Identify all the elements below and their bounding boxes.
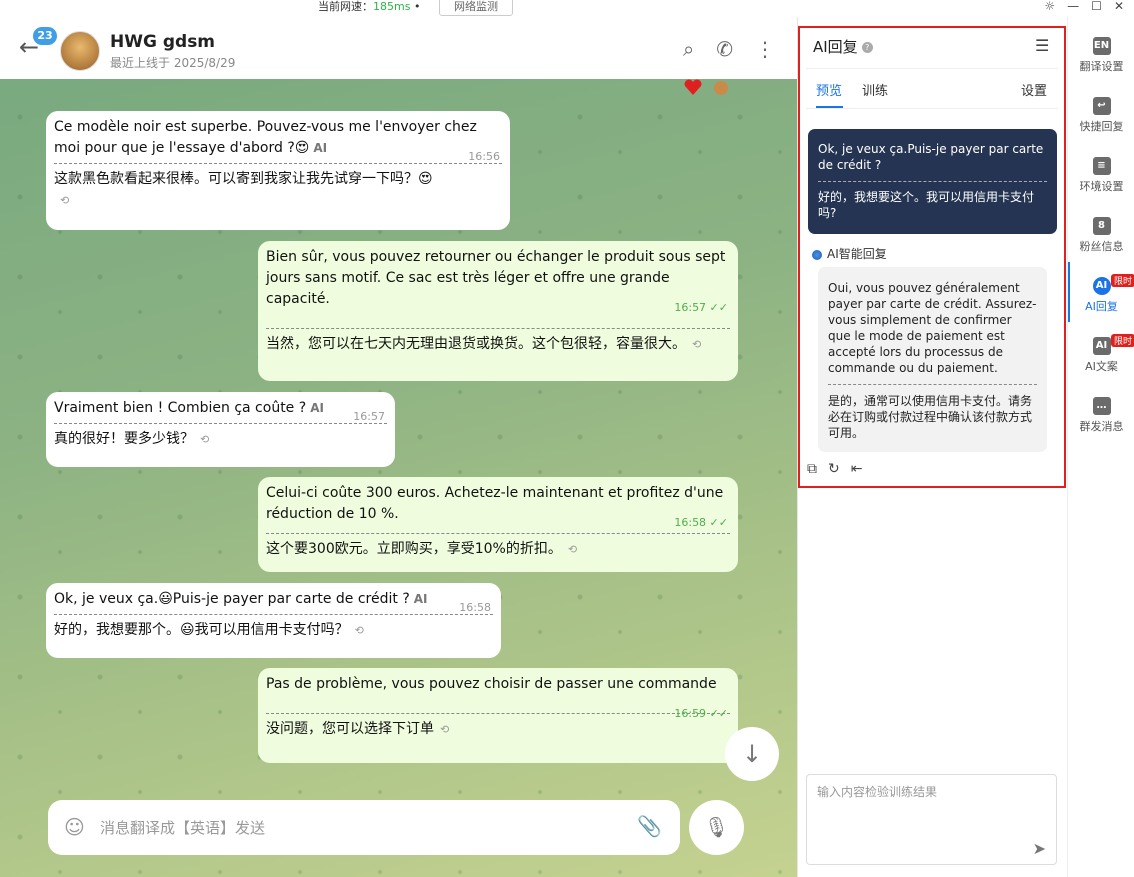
search-icon[interactable]: ⌕	[683, 37, 694, 61]
chat-area: ← 23 HWG gdsm 最近上线于 2025/8/29 ⌕ ✆ ⋮ Ce m…	[0, 17, 797, 877]
message-time: 16:59 ✓✓	[674, 707, 728, 720]
message-text: Bien sûr, vous pouvez retourner ou échan…	[266, 249, 726, 307]
message-time: 16:57 ✓✓	[674, 301, 728, 314]
network-monitor-button[interactable]: 网络监测	[439, 0, 513, 16]
ai-smart-reply-label: AI智能回复	[812, 245, 887, 262]
limited-badge: 限时	[1110, 334, 1134, 347]
help-icon[interactable]: ?	[861, 42, 873, 53]
last-seen: 最近上线于 2025/8/29	[110, 56, 236, 70]
list-menu-icon[interactable]: ☰	[1035, 36, 1049, 55]
chat-bubble-icon: …	[1092, 397, 1111, 415]
message-translation: 这款黑色款看起来很棒。可以寄到我家让我先试穿一下吗？😍	[54, 171, 433, 187]
divider	[806, 68, 1058, 69]
tab-preview[interactable]: 预览	[816, 80, 842, 99]
training-placeholder: 输入内容检验训练结果	[817, 785, 938, 799]
message-text: Ok, je veux ça.😃Puis-je payer par carte …	[54, 591, 410, 607]
copy-icon[interactable]: ⧉	[807, 461, 817, 477]
message-translation: 真的很好！要多少钱？	[54, 431, 194, 447]
question-translation: 好的，我想要这个。我可以用信用卡支付吗?	[818, 190, 1035, 220]
retranslate-icon[interactable]: ⟲	[440, 723, 449, 736]
insert-icon[interactable]: ⇤	[851, 461, 863, 477]
retranslate-icon[interactable]: ⟲	[355, 624, 364, 637]
server-icon: ≡	[1092, 157, 1111, 175]
reply-text: Oui, vous pouvez généralement payer par …	[828, 281, 1037, 375]
emoji-icon[interactable]: ☺	[64, 815, 85, 839]
rail-item-quick-reply[interactable]: ↩ 快捷回复	[1068, 97, 1134, 134]
message-translation: 这个要300欧元。立即购买，享受10%的折扣。	[266, 541, 562, 557]
retranslate-icon[interactable]: ⟲	[692, 338, 701, 351]
rail-item-environment[interactable]: ≡ 环境设置	[1068, 157, 1134, 194]
chat-header: ← 23 HWG gdsm 最近上线于 2025/8/29 ⌕ ✆ ⋮	[0, 17, 797, 79]
message-bubble-incoming[interactable]: Ce modèle noir est superbe. Pouvez-vous …	[46, 111, 510, 230]
message-translation: 当然，您可以在七天内无理由退货或换货。这个包很轻，容量很大。	[266, 336, 686, 352]
question-card: Ok, je veux ça.Puis-je payer par carte d…	[808, 129, 1057, 234]
message-bubble-incoming[interactable]: Vraiment bien ! Combien ça coûte ? AI 16:…	[46, 392, 395, 467]
reply-translation: 是的，通常可以使用信用卡支付。请务必在订购或付款过程中确认该付款方式可用。	[828, 394, 1033, 440]
message-time: 16:57	[353, 410, 385, 423]
ai-icon: AI	[1092, 277, 1111, 295]
network-speed-value: 185ms	[373, 0, 411, 13]
message-translation: 好的，我想要那个。😃我可以用信用卡支付吗？	[54, 622, 349, 638]
reaction-icon	[684, 79, 728, 95]
retranslate-icon[interactable]: ⟲	[60, 194, 69, 207]
close-icon[interactable]: ✕	[1114, 0, 1124, 13]
refresh-icon[interactable]: ↻	[828, 461, 840, 477]
reply-card[interactable]: Oui, vous pouvez généralement payer par …	[818, 267, 1047, 452]
rail-item-translate-settings[interactable]: EN 翻译设置	[1068, 37, 1134, 74]
reply-icon: ↩	[1092, 97, 1111, 115]
message-bubble-outgoing[interactable]: Pas de problème, vous pouvez choisir de …	[258, 668, 738, 763]
network-speed: 当前网速：185ms •	[318, 0, 421, 13]
message-text: Vraiment bien ! Combien ça coûte ?	[54, 400, 307, 416]
message-bubble-outgoing[interactable]: Celui-ci coûte 300 euros. Achetez-le mai…	[258, 477, 738, 572]
reply-actions: ⧉ ↻ ⇤	[807, 461, 862, 477]
sun-icon[interactable]: ☼	[1044, 0, 1055, 13]
message-text: Celui-ci coûte 300 euros. Achetez-le mai…	[266, 485, 724, 522]
tool-rail: EN 翻译设置 ↩ 快捷回复 ≡ 环境设置 8 粉丝信息 限时 AI AI回复 限时 AI…	[1067, 17, 1134, 877]
rail-item-broadcast[interactable]: … 群发消息	[1068, 397, 1134, 434]
window-controls: ☼ — ☐ ✕	[1044, 0, 1124, 13]
ai-panel-title: AI回复?	[813, 36, 873, 57]
mic-button[interactable]: 🎙	[689, 800, 744, 855]
phone-icon[interactable]: ✆	[716, 37, 733, 61]
tab-settings[interactable]: 设置	[1021, 80, 1047, 99]
retranslate-icon[interactable]: ⟲	[568, 543, 577, 556]
question-text: Ok, je veux ça.Puis-je payer par carte d…	[818, 142, 1044, 172]
message-bubble-outgoing[interactable]: Bien sûr, vous pouvez retourner ou échan…	[258, 241, 738, 381]
maximize-icon[interactable]: ☐	[1091, 0, 1102, 13]
message-text: Ce modèle noir est superbe. Pouvez-vous …	[54, 119, 477, 156]
contact-card-icon: 8	[1092, 217, 1111, 235]
top-status-bar: 当前网速：185ms • 网络监测 ☼ — ☐ ✕	[0, 0, 1134, 17]
translate-icon: EN	[1092, 37, 1111, 55]
message-time: 16:56	[468, 150, 500, 163]
send-icon[interactable]: ➤	[1033, 839, 1046, 858]
minimize-icon[interactable]: —	[1067, 0, 1079, 13]
ai-logo-icon	[812, 249, 822, 260]
ai-icon[interactable]: AI	[313, 141, 327, 155]
limited-badge: 限时	[1110, 274, 1134, 287]
divider	[806, 108, 1058, 109]
unread-badge: 23	[33, 27, 57, 45]
message-text: Pas de problème, vous pouvez choisir de …	[266, 676, 717, 692]
scroll-down-button[interactable]: ↓	[725, 727, 779, 781]
message-time: 16:58	[459, 601, 491, 614]
ai-icon[interactable]: AI	[310, 401, 324, 415]
message-bubble-incoming[interactable]: Ok, je veux ça.😃Puis-je payer par carte …	[46, 583, 501, 658]
rail-item-fan-info[interactable]: 8 粉丝信息	[1068, 217, 1134, 254]
ai-document-icon: AI	[1092, 337, 1111, 355]
more-options-icon[interactable]: ⋮	[755, 37, 775, 61]
avatar[interactable]	[60, 31, 100, 71]
message-composer[interactable]: ☺ 消息翻译成【英语】发送 📎	[48, 800, 680, 855]
training-input[interactable]: 输入内容检验训练结果 ➤	[806, 774, 1057, 865]
message-time: 16:58 ✓✓	[674, 516, 728, 529]
message-input[interactable]: 消息翻译成【英语】发送	[100, 817, 265, 838]
tab-training[interactable]: 训练	[862, 80, 888, 99]
rail-item-ai-copywriting[interactable]: 限时 AI AI文案	[1068, 334, 1134, 374]
attach-icon[interactable]: 📎	[637, 814, 662, 838]
ai-icon[interactable]: AI	[414, 592, 428, 606]
rail-item-ai-reply[interactable]: 限时 AI AI回复	[1068, 274, 1134, 314]
contact-name[interactable]: HWG gdsm	[110, 32, 215, 52]
message-translation: 没问题，您可以选择下订单	[266, 721, 434, 737]
retranslate-icon[interactable]: ⟲	[200, 433, 209, 446]
